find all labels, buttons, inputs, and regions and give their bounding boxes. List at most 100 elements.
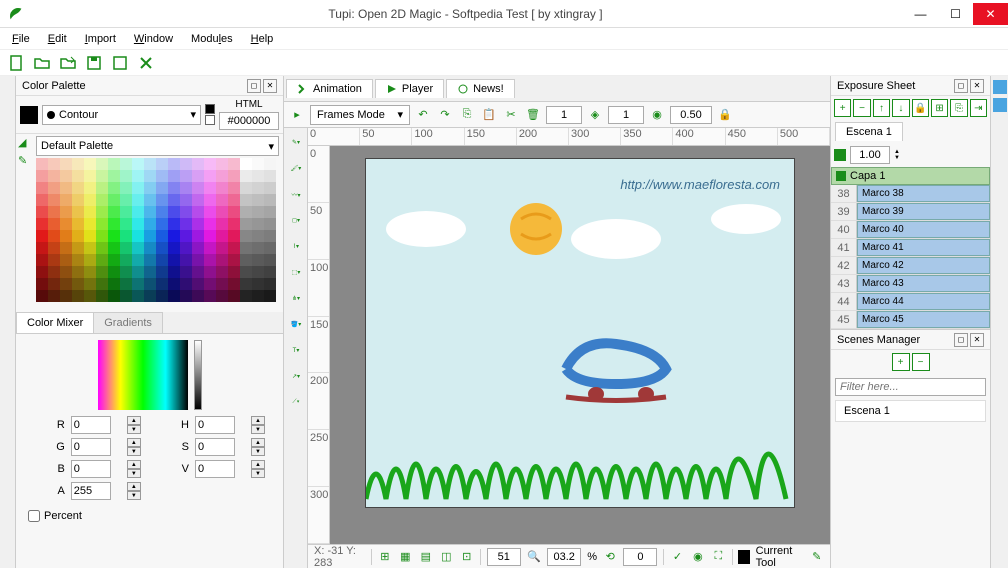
color-swatch[interactable]: [60, 230, 72, 242]
color-swatch[interactable]: [264, 278, 276, 290]
frame-value-input[interactable]: [850, 146, 890, 164]
color-swatch[interactable]: [216, 182, 228, 194]
color-swatch[interactable]: [168, 278, 180, 290]
brush-tool-icon[interactable]: 🖌▾: [286, 158, 306, 178]
color-swatch[interactable]: [36, 194, 48, 206]
color-swatch[interactable]: [108, 242, 120, 254]
color-swatch[interactable]: [228, 218, 240, 230]
zoom-input-1[interactable]: [487, 548, 521, 566]
color-swatch[interactable]: [252, 158, 264, 170]
color-swatch[interactable]: [228, 266, 240, 278]
color-swatch[interactable]: [84, 254, 96, 266]
r-down[interactable]: ▼: [127, 425, 141, 434]
color-swatch[interactable]: [60, 182, 72, 194]
color-swatch[interactable]: [192, 170, 204, 182]
color-swatch[interactable]: [240, 242, 252, 254]
color-swatch[interactable]: [120, 266, 132, 278]
color-swatch[interactable]: [120, 290, 132, 302]
window-close-button[interactable]: ✕: [973, 3, 1008, 25]
layer-header[interactable]: Capa 1: [831, 167, 990, 185]
frames-mode-icon[interactable]: ▸: [288, 106, 306, 124]
palette-tool2-icon[interactable]: ✎: [18, 154, 32, 168]
motion-tool-icon[interactable]: ↗▾: [286, 366, 306, 386]
color-swatch[interactable]: [120, 242, 132, 254]
color-swatch[interactable]: [96, 194, 108, 206]
canvas[interactable]: http://www.maefloresta.com: [365, 158, 795, 508]
tab-player[interactable]: Player: [375, 79, 444, 98]
color-swatch[interactable]: [72, 254, 84, 266]
color-swatch[interactable]: [96, 158, 108, 170]
exp-up-icon[interactable]: ↑: [873, 99, 890, 117]
check-icon[interactable]: ✓: [670, 548, 684, 566]
safe-area-icon[interactable]: ◫: [439, 548, 453, 566]
color-swatch[interactable]: [264, 242, 276, 254]
copy-icon[interactable]: ⎘: [458, 106, 476, 124]
color-swatch[interactable]: [120, 170, 132, 182]
color-swatch[interactable]: [204, 242, 216, 254]
color-swatch[interactable]: [48, 182, 60, 194]
color-swatch[interactable]: [48, 158, 60, 170]
color-swatch[interactable]: [168, 254, 180, 266]
color-swatch[interactable]: [216, 266, 228, 278]
color-mode-combo[interactable]: Contour ▾: [42, 105, 201, 125]
color-swatch[interactable]: [216, 194, 228, 206]
color-swatch[interactable]: [228, 290, 240, 302]
color-swatch[interactable]: [144, 278, 156, 290]
frame-label-cell[interactable]: Marco 43: [857, 275, 990, 292]
color-swatch[interactable]: [228, 194, 240, 206]
color-swatch[interactable]: [72, 206, 84, 218]
color-swatch[interactable]: [60, 290, 72, 302]
angle-input[interactable]: [623, 548, 657, 566]
undo-icon[interactable]: ↶: [414, 106, 432, 124]
nodes-tool-icon[interactable]: ⋔▾: [286, 288, 306, 308]
color-swatch[interactable]: [72, 182, 84, 194]
color-swatch[interactable]: [96, 254, 108, 266]
color-swatch[interactable]: [36, 158, 48, 170]
exp-copy-icon[interactable]: ⎘: [950, 99, 967, 117]
exposure-row[interactable]: 38Marco 38: [831, 185, 990, 203]
color-swatch[interactable]: [132, 242, 144, 254]
color-swatch[interactable]: [96, 290, 108, 302]
exp-expand-icon[interactable]: ⇥: [970, 99, 987, 117]
color-swatch[interactable]: [108, 218, 120, 230]
color-swatch[interactable]: [240, 158, 252, 170]
r-up[interactable]: ▲: [127, 416, 141, 425]
color-swatch[interactable]: [48, 230, 60, 242]
color-swatch[interactable]: [156, 170, 168, 182]
color-swatch[interactable]: [228, 158, 240, 170]
zoom-input-2[interactable]: [547, 548, 581, 566]
color-swatch[interactable]: [240, 266, 252, 278]
exposure-close-icon[interactable]: ✕: [970, 79, 984, 93]
color-swatch[interactable]: [72, 230, 84, 242]
color-swatch[interactable]: [72, 158, 84, 170]
color-swatch[interactable]: [48, 206, 60, 218]
menu-modules[interactable]: Modules: [183, 31, 241, 47]
color-swatch[interactable]: [180, 254, 192, 266]
color-swatch[interactable]: [252, 218, 264, 230]
canvas-viewport[interactable]: http://www.maefloresta.com: [330, 146, 830, 544]
color-swatch[interactable]: [84, 182, 96, 194]
color-swatch[interactable]: [84, 170, 96, 182]
color-swatch[interactable]: [48, 218, 60, 230]
color-swatch[interactable]: [48, 194, 60, 206]
color-swatch[interactable]: [228, 254, 240, 266]
color-swatch[interactable]: [252, 194, 264, 206]
tab-gradients[interactable]: Gradients: [93, 312, 163, 333]
color-swatch[interactable]: [228, 170, 240, 182]
frame-number-2-input[interactable]: [608, 106, 644, 124]
color-swatch[interactable]: [144, 194, 156, 206]
color-swatch[interactable]: [192, 230, 204, 242]
open-as-icon[interactable]: [58, 53, 78, 73]
color-swatch[interactable]: [168, 266, 180, 278]
v-input[interactable]: [195, 460, 235, 478]
color-swatch[interactable]: [264, 182, 276, 194]
color-swatch[interactable]: [60, 194, 72, 206]
frame-label-cell[interactable]: Marco 41: [857, 239, 990, 256]
a-input[interactable]: [71, 482, 111, 500]
color-swatch[interactable]: [192, 182, 204, 194]
color-swatch[interactable]: [204, 278, 216, 290]
color-swatch[interactable]: [84, 266, 96, 278]
exp-add-icon[interactable]: +: [834, 99, 851, 117]
tab-color-mixer[interactable]: Color Mixer: [16, 312, 94, 333]
frame-label-cell[interactable]: Marco 38: [857, 185, 990, 202]
